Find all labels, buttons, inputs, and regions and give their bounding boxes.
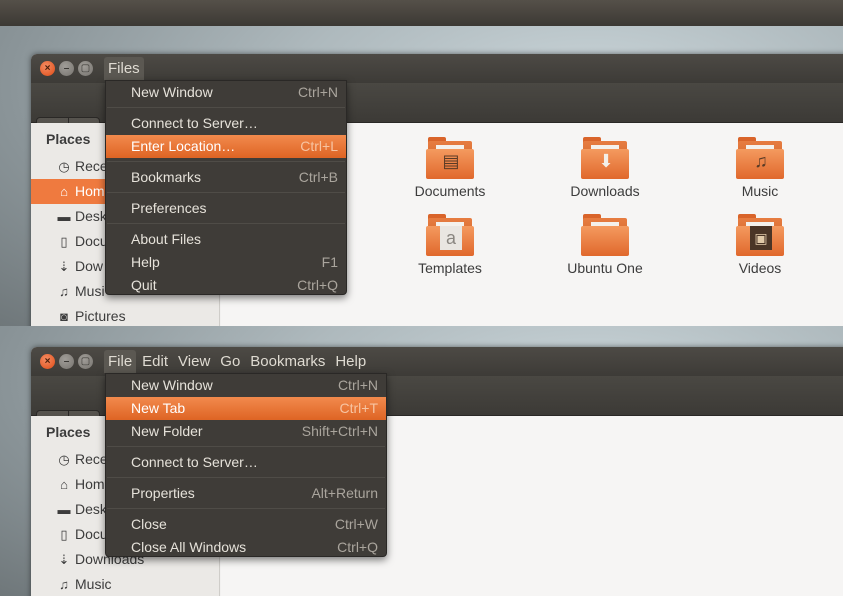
maximize-window-icon[interactable]: ▢ (78, 61, 93, 76)
menu-item-new-window[interactable]: New Window Ctrl+N (106, 374, 386, 397)
menu-item-properties[interactable]: Properties Alt+Return (106, 482, 386, 505)
folder-icon: ♫ (736, 137, 784, 181)
film-icon: ▣ (750, 226, 772, 250)
menu-item-close-all-windows[interactable]: Close All Windows Ctrl+Q (106, 536, 386, 559)
folder-icon: a (426, 214, 474, 258)
template-icon: a (440, 226, 462, 250)
folder-music[interactable]: ♫ Music (685, 137, 835, 199)
menu-separator (107, 446, 385, 447)
menu-separator (107, 223, 345, 224)
menu-separator (107, 508, 385, 509)
title-bar: × – ▢ Files (31, 54, 843, 83)
menu-item-connect-to-server[interactable]: Connect to Server… (106, 112, 346, 135)
document-icon: ▯ (60, 234, 68, 249)
sidebar-item-pictures[interactable]: ◙ Pictures (31, 304, 220, 326)
app-menubar: Files (104, 57, 146, 80)
desktop-top-strip (0, 0, 843, 26)
menu-item-preferences[interactable]: Preferences (106, 197, 346, 220)
download-icon: ⇣ (58, 552, 70, 567)
music-icon: ♫ (59, 577, 69, 592)
camera-icon: ◙ (60, 309, 68, 324)
clock-icon: ◷ (58, 452, 70, 467)
folder-ubuntu-one[interactable]: Ubuntu One (530, 214, 680, 276)
clock-icon: ◷ (58, 159, 70, 174)
music-note-icon: ♫ (754, 151, 768, 171)
home-icon: ⌂ (60, 477, 68, 492)
folder-icon: ▣ (736, 214, 784, 258)
menu-item-about-files[interactable]: About Files (106, 228, 346, 251)
folder-icon: ▬ (57, 502, 71, 517)
minimize-window-icon[interactable]: – (59, 354, 74, 369)
files-app-menu[interactable]: Files (104, 57, 144, 80)
menu-view[interactable]: View (174, 350, 214, 373)
menu-item-enter-location[interactable]: Enter Location… Ctrl+L (106, 135, 346, 158)
folder-templates[interactable]: a Templates (375, 214, 525, 276)
menu-help[interactable]: Help (331, 350, 370, 373)
menu-separator (107, 477, 385, 478)
menu-go[interactable]: Go (216, 350, 244, 373)
close-window-icon[interactable]: × (40, 61, 55, 76)
menu-file[interactable]: File (104, 350, 137, 373)
file-menu-dropdown: New Window Ctrl+N New Tab Ctrl+T New Folde… (105, 373, 387, 557)
home-icon: ⌂ (60, 184, 68, 199)
bottom-panel: × – ▢ File Edit View Go Bookmarks Help ‹… (0, 326, 843, 596)
download-icon: ⇣ (58, 259, 70, 274)
menu-item-bookmarks[interactable]: Bookmarks Ctrl+B (106, 166, 346, 189)
folder-icon: ▬ (57, 209, 71, 224)
folder-videos[interactable]: ▣ Videos (685, 214, 835, 276)
menu-separator (107, 107, 345, 108)
menu-separator (107, 161, 345, 162)
document-glyph-icon: ▤ (442, 151, 460, 171)
menu-item-quit[interactable]: Quit Ctrl+Q (106, 274, 346, 297)
menubar: File Edit View Go Bookmarks Help (104, 350, 372, 373)
places-heading: Places (46, 424, 91, 440)
folder-icon: ⬇ (581, 137, 629, 181)
title-bar: × – ▢ File Edit View Go Bookmarks Help (31, 347, 843, 376)
close-window-icon[interactable]: × (40, 354, 55, 369)
places-heading: Places (46, 131, 91, 147)
folder-icon (581, 214, 629, 258)
menu-item-connect-to-server[interactable]: Connect to Server… (106, 451, 386, 474)
menu-separator (107, 192, 345, 193)
menu-item-new-tab[interactable]: New Tab Ctrl+T (106, 397, 386, 420)
download-arrow-icon: ⬇ (598, 151, 614, 171)
menu-item-new-folder[interactable]: New Folder Shift+Ctrl+N (106, 420, 386, 443)
menu-bookmarks[interactable]: Bookmarks (246, 350, 329, 373)
document-icon: ▯ (60, 527, 68, 542)
files-app-menu-dropdown: New Window Ctrl+N Connect to Server… Ente… (105, 80, 347, 295)
folder-icon: ▤ (426, 137, 474, 181)
menu-item-new-window[interactable]: New Window Ctrl+N (106, 81, 346, 104)
sidebar-item-music[interactable]: ♫ Music (31, 572, 220, 596)
menu-edit[interactable]: Edit (138, 350, 172, 373)
music-icon: ♫ (59, 284, 69, 299)
minimize-window-icon[interactable]: – (59, 61, 74, 76)
top-panel: × – ▢ Files ‹ › Places ◷Rece ⌂Hom ▬Desk … (0, 0, 843, 326)
folder-downloads[interactable]: ⬇ Downloads (530, 137, 680, 199)
maximize-window-icon[interactable]: ▢ (78, 354, 93, 369)
menu-item-close[interactable]: Close Ctrl+W (106, 513, 386, 536)
folder-documents[interactable]: ▤ Documents (375, 137, 525, 199)
menu-item-help[interactable]: Help F1 (106, 251, 346, 274)
